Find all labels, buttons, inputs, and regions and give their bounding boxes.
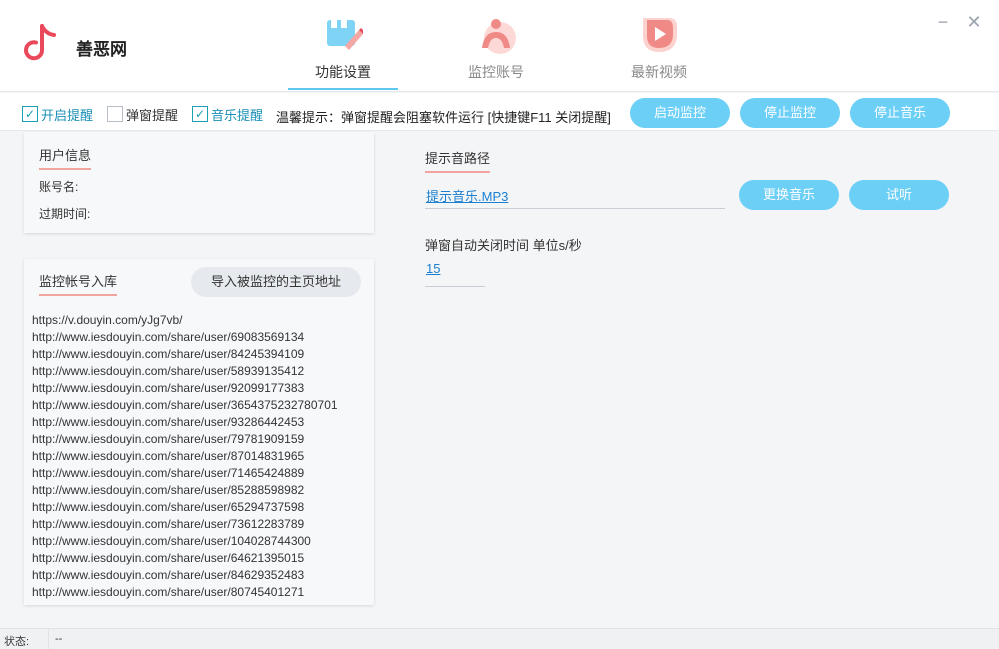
path-underline [425, 208, 725, 209]
tip-text: 温馨提示：弹窗提醒会阻塞软件运行 [快捷键F11 关闭提醒] [276, 110, 611, 125]
video-play-icon [643, 18, 677, 52]
close-button[interactable]: ✕ [964, 12, 984, 32]
status-label: 状态: [4, 636, 30, 648]
sound-path-title: 提示音路径 [425, 148, 491, 173]
tab-monitor-account[interactable]: 监控账号 [441, 10, 551, 90]
monitored-url-list[interactable]: https://v.douyin.com/yJg7vb/http://www.i… [32, 312, 372, 601]
minimize-button[interactable]: − [933, 12, 953, 32]
account-name-label: 账号名: [39, 180, 79, 194]
url-list-item: http://www.iesdouyin.com/share/user/8701… [32, 449, 305, 463]
status-bar: 状态: -- [0, 628, 999, 649]
url-list-item: http://www.iesdouyin.com/share/user/5893… [32, 364, 305, 378]
app-title: 善恶网 [76, 40, 127, 59]
user-info-title: 用户信息 [39, 145, 92, 170]
tab-latest-videos[interactable]: 最新视频 [604, 10, 714, 90]
checkbox-label: 弹窗提醒 [126, 107, 179, 123]
url-list-item: http://www.iesdouyin.com/share/user/6462… [32, 551, 305, 565]
url-list-item: http://www.iesdouyin.com/share/user/7978… [32, 432, 305, 446]
music-reminder-checkbox[interactable]: ✓ 音乐提醒 [192, 105, 263, 123]
settings-edit-icon [327, 20, 363, 50]
listen-button[interactable]: 试听 [849, 180, 949, 210]
popup-close-time-label: 弹窗自动关闭时间 单位s/秒 [425, 238, 582, 253]
url-list-item: http://www.iesdouyin.com/share/user/9209… [32, 381, 305, 395]
url-list-item: http://www.iesdouyin.com/share/user/8528… [32, 483, 305, 497]
tab-label: 监控账号 [468, 64, 524, 80]
checkbox-box [107, 106, 123, 122]
tab-function-settings[interactable]: 功能设置 [288, 10, 398, 90]
url-list-item: http://www.iesdouyin.com/share/user/1040… [32, 534, 311, 548]
sound-file-path-input[interactable]: 提示音乐.MP3 [426, 186, 508, 205]
checkmark-icon: ✓ [22, 106, 38, 122]
status-divider [48, 629, 49, 649]
checkbox-label: 开启提醒 [41, 107, 94, 123]
time-underline [425, 286, 485, 287]
monitor-import-title: 监控帐号入库 [39, 271, 118, 296]
enable-reminder-checkbox[interactable]: ✓ 开启提醒 [22, 105, 93, 123]
popup-close-time-input[interactable]: 15 [426, 261, 440, 276]
url-list-item: https://v.douyin.com/yJg7vb/ [32, 313, 183, 327]
url-list-item: http://www.iesdouyin.com/share/user/6908… [32, 330, 305, 344]
url-list-item: http://www.iesdouyin.com/share/user/9328… [32, 415, 305, 429]
user-account-icon [482, 19, 516, 54]
music-note-icon [24, 24, 56, 61]
stop-monitor-button[interactable]: 停止监控 [740, 98, 840, 128]
change-music-button[interactable]: 更换音乐 [739, 180, 839, 210]
active-tab-indicator [288, 88, 398, 90]
import-homepage-button[interactable]: 导入被监控的主页地址 [191, 267, 361, 297]
status-value: -- [55, 633, 63, 645]
url-list-item: http://www.iesdouyin.com/share/user/8074… [32, 585, 305, 599]
popup-reminder-checkbox[interactable]: 弹窗提醒 [107, 105, 178, 123]
stop-music-button[interactable]: 停止音乐 [850, 98, 950, 128]
url-list-item: http://www.iesdouyin.com/share/user/3654… [32, 398, 338, 412]
expire-time-label: 过期时间: [39, 207, 91, 221]
title-bar: 善恶网 功能设置 监控账号 最新视频 − ✕ [0, 0, 999, 92]
url-list-item: http://www.iesdouyin.com/share/user/7361… [32, 517, 305, 531]
url-list-item: http://www.iesdouyin.com/share/user/6529… [32, 500, 305, 514]
tab-label: 最新视频 [631, 64, 687, 80]
checkbox-label: 音乐提醒 [211, 107, 264, 123]
checkmark-icon: ✓ [192, 106, 208, 122]
url-list-item: http://www.iesdouyin.com/share/user/8462… [32, 568, 305, 582]
url-list-item: http://www.iesdouyin.com/share/user/7146… [32, 466, 305, 480]
toolbar: ✓ 开启提醒 弹窗提醒 ✓ 音乐提醒 温馨提示：弹窗提醒会阻塞软件运行 [快捷键… [0, 93, 999, 131]
tab-label: 功能设置 [315, 64, 371, 80]
start-monitor-button[interactable]: 启动监控 [630, 98, 730, 128]
url-list-item: http://www.iesdouyin.com/share/user/8424… [32, 347, 305, 361]
